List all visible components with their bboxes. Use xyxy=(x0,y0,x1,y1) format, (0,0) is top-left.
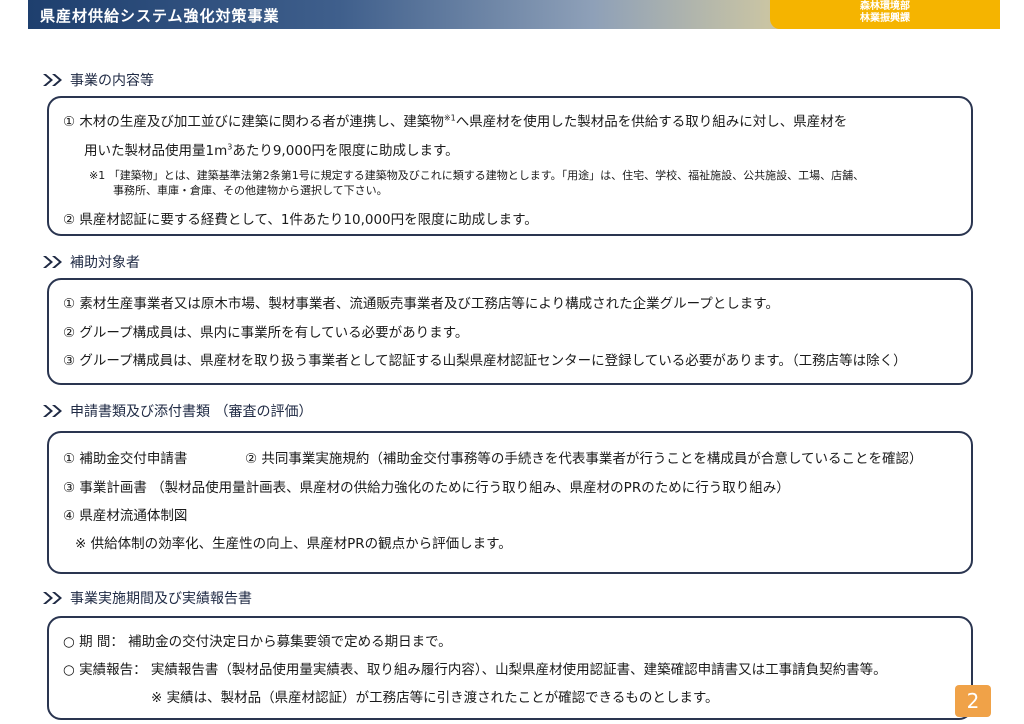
eligibility-item-3: ③ グループ構成員は、県産材を取り扱う事業者として認証する山梨県産材認証センター… xyxy=(63,353,907,369)
section-heading-documents: 申請書類及び添付書類 （審査の評価） xyxy=(42,401,312,421)
page-number-badge: 2 xyxy=(955,685,991,717)
section-heading-eligibility: 補助対象者 xyxy=(42,252,140,272)
department-line-2: 林業振興課 xyxy=(860,13,910,24)
content-item-2: ② 県産材認証に要する経費として、1件あたり10,000円を限度に助成します。 xyxy=(63,212,538,228)
eligibility-box: ① 素材生産事業者又は原木市場、製材事業者、流通販売事業者及び工務店等により構成… xyxy=(47,278,973,385)
period-note: ※ 実績は、製材品（県産材認証）が工務店等に引き渡されたことが確認できるものとし… xyxy=(151,690,719,706)
section-title: 事業実施期間及び実績報告書 xyxy=(70,591,252,607)
footnote-line-2: 事務所、車庫・倉庫、その他建物から選択して下さい。 xyxy=(113,184,388,197)
section-title: 申請書類及び添付書類 （審査の評価） xyxy=(70,404,313,420)
documents-box: ① 補助金交付申請書 ② 共同事業実施規約（補助金交付事務等の手続きを代表事業者… xyxy=(47,431,973,574)
documents-item-1: ① 補助金交付申請書 xyxy=(63,451,188,467)
double-chevron-right-icon xyxy=(42,73,64,87)
text-segment: ① 木材の生産及び加工並びに建築に関わる者が連携し、建築物 xyxy=(63,114,444,130)
documents-item-2: ② 共同事業実施規約（補助金交付事務等の手続きを代表事業者が行うことを構成員が合… xyxy=(245,451,923,467)
content-item-1-line-2: 用いた製材品使用量1m3あたり9,000円を限度に助成します。 xyxy=(84,139,459,160)
period-item-2: ○ 実績報告： 実績報告書（製材品使用量実績表、取り組み履行内容）、山梨県産材使… xyxy=(63,662,887,678)
documents-item-4: ④ 県産材流通体制図 xyxy=(63,508,188,524)
eligibility-item-2: ② グループ構成員は、県内に事業所を有している必要があります。 xyxy=(63,325,469,341)
period-item-1: ○ 期 間： 補助金の交付決定日から募集要領で定める期日まで。 xyxy=(63,634,452,650)
content-item-1-line-1: ① 木材の生産及び加工並びに建築に関わる者が連携し、建築物※1へ県産材を使用した… xyxy=(63,110,848,131)
text-segment: あたり9,000円を限度に助成します。 xyxy=(232,143,459,159)
department-line-1: 森林環境部 xyxy=(860,1,910,12)
footnote-line-1: ※1 「建築物」とは、建築基準法第2条第1号に規定する建築物及びこれに類する建物… xyxy=(89,169,865,182)
section-title: 事業の内容等 xyxy=(70,73,154,89)
section-heading-content: 事業の内容等 xyxy=(42,70,154,90)
page-title: 県産材供給システム強化対策事業 xyxy=(40,7,280,25)
text-segment: へ県産材を使用した製材品を供給する取り組みに対し、県産材を xyxy=(455,114,848,130)
documents-item-3: ③ 事業計画書 （製材品使用量計画表、県産材の供給力強化のために行う取り組み、県… xyxy=(63,480,790,496)
documents-note: ※ 供給体制の効率化、生産性の向上、県産材PRの観点から評価します。 xyxy=(75,536,512,552)
section-heading-period: 事業実施期間及び実績報告書 xyxy=(42,588,252,608)
text-segment: 用いた製材品使用量1m xyxy=(84,143,228,159)
double-chevron-right-icon xyxy=(42,591,64,605)
double-chevron-right-icon xyxy=(42,404,64,418)
footnote-marker: ※1 xyxy=(443,113,456,123)
eligibility-item-1: ① 素材生産事業者又は原木市場、製材事業者、流通販売事業者及び工務店等により構成… xyxy=(63,296,779,312)
department-label: 森林環境部 林業振興課 xyxy=(860,1,910,25)
section-title: 補助対象者 xyxy=(70,255,140,271)
department-tab: 森林環境部 林業振興課 xyxy=(770,0,1000,29)
double-chevron-right-icon xyxy=(42,255,64,269)
content-box: ① 木材の生産及び加工並びに建築に関わる者が連携し、建築物※1へ県産材を使用した… xyxy=(47,96,973,236)
period-box: ○ 期 間： 補助金の交付決定日から募集要領で定める期日まで。 ○ 実績報告： … xyxy=(47,616,973,720)
